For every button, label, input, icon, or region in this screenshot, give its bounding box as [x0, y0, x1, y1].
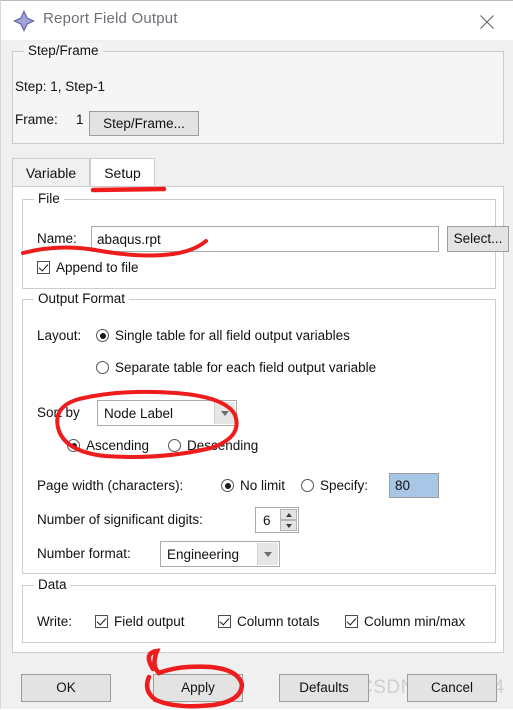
radio-empty-icon: [301, 479, 314, 492]
page-width-specify-radio[interactable]: Specify:: [301, 478, 368, 493]
cancel-button[interactable]: Cancel: [407, 674, 497, 702]
sort-descending-label: Descending: [187, 438, 259, 453]
sort-ascending-label: Ascending: [86, 438, 150, 453]
window-title: Report Field Output: [43, 10, 178, 27]
sort-by-label: Sort by: [37, 405, 80, 420]
page-width-no-limit-label: No limit: [240, 478, 286, 493]
write-column-minmax-checkbox[interactable]: Column min/max: [345, 614, 465, 629]
defaults-button[interactable]: Defaults: [279, 674, 369, 702]
abaqus-diamond-icon: [13, 10, 35, 32]
write-column-totals-checkbox[interactable]: Column totals: [218, 614, 320, 629]
layout-option-single-table-label: Single table for all field output variab…: [115, 328, 350, 343]
radio-empty-icon: [168, 439, 181, 452]
sort-by-dropdown[interactable]: Node Label: [97, 400, 237, 426]
radio-dot-icon: [67, 439, 80, 452]
ok-button[interactable]: OK: [21, 674, 111, 702]
page-width-label: Page width (characters):: [37, 478, 184, 493]
write-label: Write:: [37, 614, 73, 629]
append-to-file-checkbox[interactable]: Append to file: [37, 260, 139, 275]
output-format-group: Output Format Layout: Single table for a…: [22, 291, 496, 574]
file-group: File Name: Select... Append to file: [22, 191, 509, 289]
number-format-dropdown[interactable]: Engineering: [160, 541, 280, 567]
setup-tab-panel: File Name: Select... Append to file Outp…: [12, 186, 509, 653]
sort-by-value: Node Label: [104, 405, 174, 421]
step-frame-group: Step/Frame: [12, 43, 504, 144]
report-field-output-dialog: Report Field Output Step/Frame Step: 1, …: [0, 0, 513, 709]
frame-value: 1: [76, 112, 84, 127]
layout-option-single-table[interactable]: Single table for all field output variab…: [96, 328, 350, 343]
frame-label: Frame:: [15, 112, 58, 127]
stepper-up-icon[interactable]: [280, 509, 297, 520]
tab-variable[interactable]: Variable: [12, 158, 90, 187]
select-file-button[interactable]: Select...: [447, 226, 509, 252]
close-icon[interactable]: [464, 1, 510, 39]
checkmark-icon: [218, 615, 231, 628]
chevron-down-icon: [257, 543, 278, 565]
step-line-text: Step: 1, Step-1: [15, 79, 106, 94]
tab-strip: Variable Setup: [12, 158, 504, 187]
data-group: Data Write: Field output Column totals C…: [22, 577, 496, 643]
number-format-value: Engineering: [167, 546, 240, 562]
data-group-title: Data: [34, 577, 71, 592]
radio-dot-icon: [221, 479, 234, 492]
step-frame-button[interactable]: Step/Frame...: [89, 111, 199, 136]
significant-digits-value: 6: [263, 512, 271, 528]
sort-ascending-radio[interactable]: Ascending: [67, 438, 149, 453]
checkmark-icon: [37, 261, 50, 274]
significant-digits-stepper[interactable]: 6: [255, 507, 299, 533]
stepper-buttons[interactable]: [280, 509, 297, 531]
radio-empty-icon: [96, 361, 109, 374]
layout-option-separate-table[interactable]: Separate table for each field output var…: [96, 360, 376, 375]
page-width-no-limit-radio[interactable]: No limit: [221, 478, 285, 493]
output-format-group-title: Output Format: [34, 291, 130, 306]
title-bar: Report Field Output: [1, 1, 513, 40]
file-name-label: Name:: [37, 231, 77, 246]
write-field-output-checkbox[interactable]: Field output: [95, 614, 185, 629]
layout-label: Layout:: [37, 328, 82, 343]
significant-digits-label: Number of significant digits:: [37, 512, 203, 527]
append-to-file-label: Append to file: [56, 260, 139, 275]
checkmark-icon: [345, 615, 358, 628]
page-width-specify-label: Specify:: [320, 478, 369, 493]
file-group-title: File: [34, 191, 64, 206]
page-width-value-input[interactable]: [389, 473, 439, 498]
write-field-output-label: Field output: [114, 614, 185, 629]
write-column-totals-label: Column totals: [237, 614, 320, 629]
file-name-input[interactable]: [91, 226, 439, 252]
checkmark-icon: [95, 615, 108, 628]
stepper-down-icon[interactable]: [280, 520, 297, 531]
sort-descending-radio[interactable]: Descending: [168, 438, 258, 453]
radio-dot-icon: [96, 329, 109, 342]
apply-button[interactable]: Apply: [153, 674, 243, 702]
chevron-down-icon: [214, 402, 235, 424]
number-format-label: Number format:: [37, 546, 131, 561]
layout-option-separate-table-label: Separate table for each field output var…: [115, 360, 377, 375]
write-column-minmax-label: Column min/max: [364, 614, 466, 629]
tab-setup[interactable]: Setup: [90, 158, 155, 187]
step-frame-group-title: Step/Frame: [24, 43, 103, 58]
